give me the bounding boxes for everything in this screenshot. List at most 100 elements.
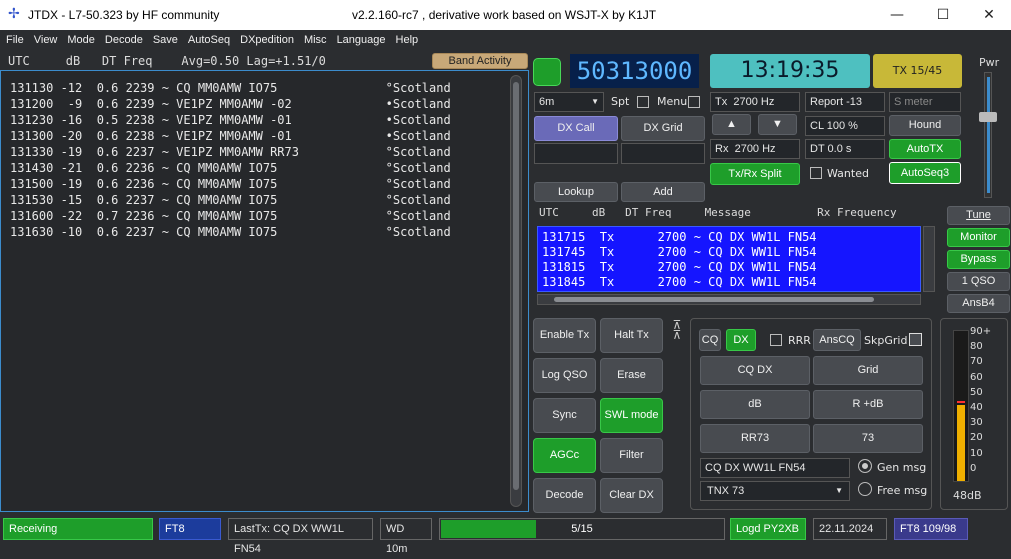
menu-checkbox[interactable] (688, 96, 700, 108)
dx-button[interactable]: DX (726, 329, 756, 351)
monitor-button[interactable]: Monitor (947, 228, 1010, 247)
halt-tx-button[interactable]: Halt Tx (600, 318, 663, 353)
r-db-button[interactable]: R +dB (813, 390, 923, 419)
add-button[interactable]: Add (621, 182, 705, 202)
band-activity-list[interactable]: 131130 -12 0.6 2239 ~ CQ MM0AMW IO75 °Sc… (0, 70, 529, 512)
anscq-button[interactable]: AnsCQ (813, 329, 861, 351)
tx-slot-button[interactable]: TX 15/45 (873, 54, 962, 88)
txrx-split-button[interactable]: Tx/Rx Split (710, 163, 800, 185)
dx-call-button[interactable]: DX Call (534, 116, 618, 141)
menu-misc[interactable]: Misc (299, 30, 332, 50)
ansb4-button[interactable]: AnsB4 (947, 294, 1010, 313)
db-button[interactable]: dB (700, 390, 810, 419)
tx-down-button[interactable]: ▼ (758, 114, 797, 135)
minimize-icon[interactable]: — (874, 0, 920, 30)
clear-dx-button[interactable]: Clear DX (600, 478, 663, 513)
rx-vscroll[interactable] (923, 226, 935, 292)
menu-view[interactable]: View (29, 30, 63, 50)
list-item[interactable]: 131600 -22 0.7 2236 ~ CQ MM0AMW IO75 °Sc… (10, 208, 451, 224)
level-meter-bar (957, 405, 965, 481)
list-item[interactable]: 131630 -10 0.6 2237 ~ CQ MM0AMW IO75 °Sc… (10, 224, 451, 240)
menu-save[interactable]: Save (148, 30, 183, 50)
rr73-button[interactable]: RR73 (700, 424, 810, 453)
free-msg-radio[interactable] (858, 482, 872, 496)
menu-dxpedition[interactable]: DXpedition (235, 30, 299, 50)
dx-grid-input[interactable] (621, 143, 705, 164)
list-item[interactable]: 131130 -12 0.6 2239 ~ CQ MM0AMW IO75 °Sc… (10, 80, 451, 96)
menu-decode[interactable]: Decode (100, 30, 148, 50)
band-select[interactable]: 6m ▼ (534, 92, 604, 112)
rx-freq-field[interactable]: Rx 2700 Hz (710, 139, 800, 159)
free-msg-select[interactable]: TNX 73 ▼ (700, 481, 850, 501)
tick-label: 60 (970, 371, 983, 383)
menu-file[interactable]: File (0, 30, 29, 50)
cl-field[interactable]: CL 100 % (805, 116, 885, 136)
app-logo-icon: ✢ (8, 5, 20, 21)
list-item[interactable]: 131200 -9 0.6 2239 ~ VE1PZ MM0AMW -02 •S… (10, 96, 451, 112)
list-item[interactable]: 131530 -15 0.6 2237 ~ CQ MM0AMW IO75 °Sc… (10, 192, 451, 208)
list-item[interactable]: 131330 -19 0.6 2237 ~ VE1PZ MM0AMW RR73 … (10, 144, 451, 160)
wanted-checkbox[interactable] (810, 167, 822, 179)
list-item[interactable]: 131230 -16 0.5 2238 ~ VE1PZ MM0AMW -01 •… (10, 112, 451, 128)
decode-button[interactable]: Decode (533, 478, 596, 513)
band-activity-button[interactable]: Band Activity (432, 53, 528, 69)
erase-button[interactable]: Erase (600, 358, 663, 393)
rrr-checkbox[interactable] (770, 334, 782, 346)
menu-mode[interactable]: Mode (62, 30, 100, 50)
skpgrid-label: SkpGrid (864, 334, 908, 347)
skpgrid-checkbox[interactable] (909, 333, 922, 346)
hound-button[interactable]: Hound (889, 115, 961, 136)
bypass-button[interactable]: Bypass (947, 250, 1010, 269)
chevron-down-icon: ▼ (591, 97, 599, 106)
list-item[interactable]: 131500 -19 0.6 2236 ~ CQ MM0AMW IO75 °Sc… (10, 176, 451, 192)
list-item[interactable]: 131430 -21 0.6 2236 ~ CQ MM0AMW IO75 °Sc… (10, 160, 451, 176)
rx-frequency-list[interactable]: 131715 Tx 2700 ~ CQ DX WW1L FN54 131745 … (537, 226, 921, 292)
menu-autoseq[interactable]: AutoSeq (183, 30, 235, 50)
list-item[interactable]: 131745 Tx 2700 ~ CQ DX WW1L FN54 (542, 245, 817, 260)
log-qso-button[interactable]: Log QSO (533, 358, 596, 393)
one-qso-button[interactable]: 1 QSO (947, 272, 1010, 291)
autotx-button[interactable]: AutoTX (889, 139, 961, 159)
maximize-icon[interactable]: ☐ (920, 0, 966, 30)
list-item[interactable]: 131300 -20 0.6 2238 ~ VE1PZ MM0AMW -01 •… (10, 128, 451, 144)
filter-button[interactable]: Filter (600, 438, 663, 473)
level-meter-track (953, 330, 969, 482)
dt-field[interactable]: DT 0.0 s (805, 139, 885, 159)
tx-freq-field[interactable]: Tx 2700 Hz (710, 92, 800, 112)
rx-hscroll[interactable] (537, 294, 921, 305)
lookup-button[interactable]: Lookup (534, 182, 618, 202)
agcc-button[interactable]: AGCc (533, 438, 596, 473)
tune-button[interactable]: Tune (947, 206, 1010, 225)
scroll-thumb[interactable] (513, 82, 519, 490)
list-item[interactable]: 131815 Tx 2700 ~ CQ DX WW1L FN54 (542, 260, 817, 275)
73-button[interactable]: 73 (813, 424, 923, 453)
status-lasttx: LastTx: CQ DX WW1L FN54 (228, 518, 373, 555)
s-meter-field[interactable]: S meter (889, 92, 961, 112)
power-slider-track[interactable] (984, 72, 992, 198)
menu-help[interactable]: Help (391, 30, 424, 50)
close-icon[interactable]: ✕ (966, 0, 1011, 30)
cq-dx-button[interactable]: CQ DX (700, 356, 810, 385)
swl-mode-button[interactable]: SWL mode (600, 398, 663, 433)
band-scrollbar[interactable] (510, 75, 522, 507)
sync-button[interactable]: Sync (533, 398, 596, 433)
dx-grid-button[interactable]: DX Grid (621, 116, 705, 141)
grid-button[interactable]: Grid (813, 356, 923, 385)
gen-msg-input[interactable]: CQ DX WW1L FN54 (700, 458, 850, 478)
frequency-display[interactable]: 50313000 (570, 54, 699, 88)
window-subtitle: v2.2.160-rc7 , derivative work based on … (352, 8, 657, 22)
status-date: 22.11.2024 (813, 518, 887, 540)
list-item[interactable]: 131845 Tx 2700 ~ CQ DX WW1L FN54 (542, 275, 817, 290)
cq-button[interactable]: CQ (699, 329, 721, 351)
autoseq-button[interactable]: AutoSeq3 (889, 162, 961, 184)
gen-msg-radio[interactable] (858, 459, 872, 473)
spt-checkbox[interactable] (637, 96, 649, 108)
tx-up-button[interactable]: ▲ (712, 114, 751, 135)
list-item[interactable]: 131715 Tx 2700 ~ CQ DX WW1L FN54 (542, 230, 817, 245)
enable-tx-button[interactable]: Enable Tx (533, 318, 596, 353)
menu-language[interactable]: Language (332, 30, 391, 50)
dx-call-input[interactable] (534, 143, 618, 164)
power-slider-handle[interactable] (979, 112, 997, 122)
report-field[interactable]: Report -13 (805, 92, 885, 112)
tab-arrows-icon[interactable]: ⊼ ⊼ (667, 319, 687, 350)
